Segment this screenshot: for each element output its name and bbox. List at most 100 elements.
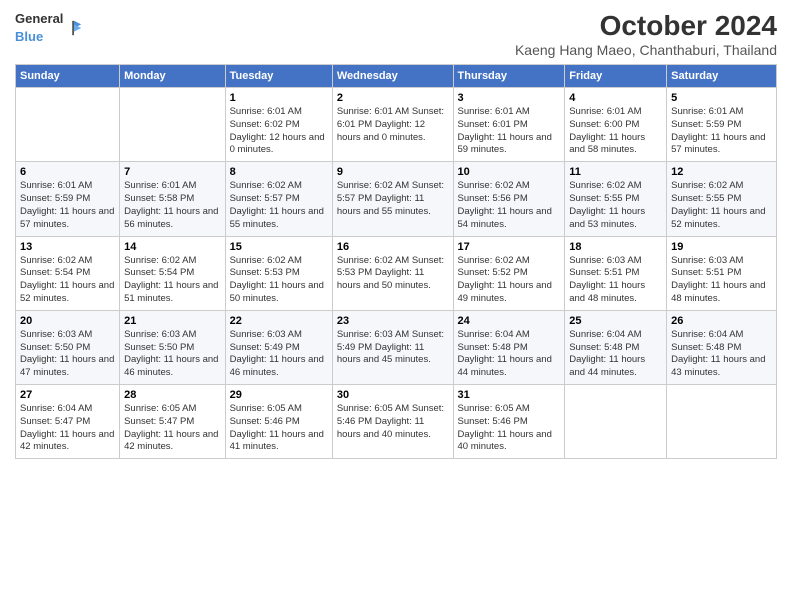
day-number: 31 (458, 389, 561, 401)
day-number: 15 (230, 241, 328, 253)
calendar-cell: 10 Sunrise: 6:02 AM Sunset: 5:56 PM Dayli… (453, 162, 565, 236)
day-detail: Sunrise: 6:02 AM Sunset: 5:56 PM Dayligh… (458, 180, 561, 231)
day-detail: Sunrise: 6:02 AM Sunset: 5:53 PM Dayligh… (230, 255, 328, 306)
calendar-cell: 23Sunrise: 6:03 AM Sunset: 5:49 PM Dayli… (332, 310, 453, 384)
calendar-cell: 28Sunrise: 6:05 AM Sunset: 5:47 PM Dayli… (120, 385, 226, 459)
day-detail: Sunrise: 6:02 AM Sunset: 5:57 PM Dayligh… (230, 180, 328, 231)
calendar-cell: 31 Sunrise: 6:05 AM Sunset: 5:46 PM Dayli… (453, 385, 565, 459)
calendar-cell (667, 385, 777, 459)
calendar-cell (120, 88, 226, 162)
calendar-week-row: 27 Sunrise: 6:04 AM Sunset: 5:47 PM Dayli… (16, 385, 777, 459)
day-detail: Sunrise: 6:01 AM Sunset: 5:59 PM Dayligh… (20, 180, 115, 231)
day-detail: Sunrise: 6:03 AM Sunset: 5:50 PM Dayligh… (20, 329, 115, 380)
calendar-cell: 8Sunrise: 6:02 AM Sunset: 5:57 PM Daylig… (225, 162, 332, 236)
day-detail: Sunrise: 6:03 AM Sunset: 5:49 PM Dayligh… (230, 329, 328, 380)
day-number: 24 (458, 315, 561, 327)
calendar-cell: 26Sunrise: 6:04 AM Sunset: 5:48 PM Dayli… (667, 310, 777, 384)
day-number: 9 (337, 166, 449, 178)
day-detail: Sunrise: 6:02 AM Sunset: 5:57 PM Dayligh… (337, 180, 449, 218)
sub-title: Kaeng Hang Maeo, Chanthaburi, Thailand (515, 42, 777, 58)
day-number: 14 (124, 241, 221, 253)
day-detail: Sunrise: 6:01 AM Sunset: 5:59 PM Dayligh… (671, 106, 772, 157)
day-detail: Sunrise: 6:04 AM Sunset: 5:47 PM Dayligh… (20, 403, 115, 454)
calendar-cell: 20 Sunrise: 6:03 AM Sunset: 5:50 PM Dayli… (16, 310, 120, 384)
day-number: 11 (569, 166, 662, 178)
day-detail: Sunrise: 6:01 AM Sunset: 6:01 PM Dayligh… (337, 106, 449, 144)
day-detail: Sunrise: 6:01 AM Sunset: 6:02 PM Dayligh… (230, 106, 328, 157)
calendar-cell: 12Sunrise: 6:02 AM Sunset: 5:55 PM Dayli… (667, 162, 777, 236)
day-number: 2 (337, 92, 449, 104)
day-number: 26 (671, 315, 772, 327)
day-detail: Sunrise: 6:04 AM Sunset: 5:48 PM Dayligh… (569, 329, 662, 380)
calendar-cell: 15 Sunrise: 6:02 AM Sunset: 5:53 PM Dayli… (225, 236, 332, 310)
brand-name-general: General (15, 10, 63, 28)
calendar-cell: 5 Sunrise: 6:01 AM Sunset: 5:59 PM Daylig… (667, 88, 777, 162)
day-detail: Sunrise: 6:02 AM Sunset: 5:54 PM Dayligh… (20, 255, 115, 306)
day-number: 17 (458, 241, 561, 253)
page-header: General Blue October 2024 Kaeng Hang Mae… (15, 10, 777, 58)
day-detail: Sunrise: 6:05 AM Sunset: 5:46 PM Dayligh… (230, 403, 328, 454)
calendar-week-row: 6 Sunrise: 6:01 AM Sunset: 5:59 PM Daylig… (16, 162, 777, 236)
header-day-tuesday: Tuesday (225, 65, 332, 88)
calendar-cell: 19Sunrise: 6:03 AM Sunset: 5:51 PM Dayli… (667, 236, 777, 310)
header-day-sunday: Sunday (16, 65, 120, 88)
calendar-cell: 2 Sunrise: 6:01 AM Sunset: 6:01 PM Daylig… (332, 88, 453, 162)
calendar-cell (565, 385, 667, 459)
day-number: 16 (337, 241, 449, 253)
header-day-friday: Friday (565, 65, 667, 88)
day-number: 3 (458, 92, 561, 104)
calendar-week-row: 20 Sunrise: 6:03 AM Sunset: 5:50 PM Dayli… (16, 310, 777, 384)
header-day-thursday: Thursday (453, 65, 565, 88)
main-title: October 2024 (515, 10, 777, 42)
day-number: 21 (124, 315, 221, 327)
header-day-wednesday: Wednesday (332, 65, 453, 88)
day-detail: Sunrise: 6:02 AM Sunset: 5:52 PM Dayligh… (458, 255, 561, 306)
calendar-cell: 11 Sunrise: 6:02 AM Sunset: 5:55 PM Dayli… (565, 162, 667, 236)
day-detail: Sunrise: 6:02 AM Sunset: 5:53 PM Dayligh… (337, 255, 449, 293)
day-detail: Sunrise: 6:03 AM Sunset: 5:51 PM Dayligh… (671, 255, 772, 306)
calendar-header-row: SundayMondayTuesdayWednesdayThursdayFrid… (16, 65, 777, 88)
day-number: 29 (230, 389, 328, 401)
calendar-cell: 21Sunrise: 6:03 AM Sunset: 5:50 PM Dayli… (120, 310, 226, 384)
calendar-cell: 24 Sunrise: 6:04 AM Sunset: 5:48 PM Dayli… (453, 310, 565, 384)
calendar-cell: 30 Sunrise: 6:05 AM Sunset: 5:46 PM Dayli… (332, 385, 453, 459)
day-detail: Sunrise: 6:01 AM Sunset: 6:01 PM Dayligh… (458, 106, 561, 157)
day-number: 20 (20, 315, 115, 327)
calendar-cell: 22 Sunrise: 6:03 AM Sunset: 5:49 PM Dayli… (225, 310, 332, 384)
day-number: 7 (124, 166, 221, 178)
calendar-cell: 7 Sunrise: 6:01 AM Sunset: 5:58 PM Daylig… (120, 162, 226, 236)
title-block: October 2024 Kaeng Hang Maeo, Chanthabur… (515, 10, 777, 58)
day-detail: Sunrise: 6:05 AM Sunset: 5:46 PM Dayligh… (458, 403, 561, 454)
header-day-saturday: Saturday (667, 65, 777, 88)
calendar-cell: 18 Sunrise: 6:03 AM Sunset: 5:51 PM Dayli… (565, 236, 667, 310)
day-detail: Sunrise: 6:02 AM Sunset: 5:54 PM Dayligh… (124, 255, 221, 306)
day-number: 23 (337, 315, 449, 327)
calendar-cell: 14 Sunrise: 6:02 AM Sunset: 5:54 PM Dayli… (120, 236, 226, 310)
day-number: 22 (230, 315, 328, 327)
calendar-cell: 6 Sunrise: 6:01 AM Sunset: 5:59 PM Daylig… (16, 162, 120, 236)
day-number: 13 (20, 241, 115, 253)
day-detail: Sunrise: 6:02 AM Sunset: 5:55 PM Dayligh… (671, 180, 772, 231)
day-number: 10 (458, 166, 561, 178)
day-detail: Sunrise: 6:05 AM Sunset: 5:46 PM Dayligh… (337, 403, 449, 441)
day-number: 28 (124, 389, 221, 401)
header-day-monday: Monday (120, 65, 226, 88)
calendar-cell: 17 Sunrise: 6:02 AM Sunset: 5:52 PM Dayli… (453, 236, 565, 310)
day-number: 5 (671, 92, 772, 104)
brand-name-blue: Blue (15, 28, 63, 46)
day-detail: Sunrise: 6:01 AM Sunset: 6:00 PM Dayligh… (569, 106, 662, 157)
brand-logo: General Blue (15, 10, 83, 46)
day-detail: Sunrise: 6:04 AM Sunset: 5:48 PM Dayligh… (458, 329, 561, 380)
calendar-cell: 13 Sunrise: 6:02 AM Sunset: 5:54 PM Dayli… (16, 236, 120, 310)
calendar-cell: 27 Sunrise: 6:04 AM Sunset: 5:47 PM Dayli… (16, 385, 120, 459)
day-detail: Sunrise: 6:01 AM Sunset: 5:58 PM Dayligh… (124, 180, 221, 231)
brand-flag-icon (65, 19, 83, 37)
calendar-cell (16, 88, 120, 162)
day-number: 18 (569, 241, 662, 253)
day-number: 27 (20, 389, 115, 401)
day-detail: Sunrise: 6:02 AM Sunset: 5:55 PM Dayligh… (569, 180, 662, 231)
day-number: 30 (337, 389, 449, 401)
day-number: 6 (20, 166, 115, 178)
day-detail: Sunrise: 6:03 AM Sunset: 5:51 PM Dayligh… (569, 255, 662, 306)
calendar-week-row: 1Sunrise: 6:01 AM Sunset: 6:02 PM Daylig… (16, 88, 777, 162)
